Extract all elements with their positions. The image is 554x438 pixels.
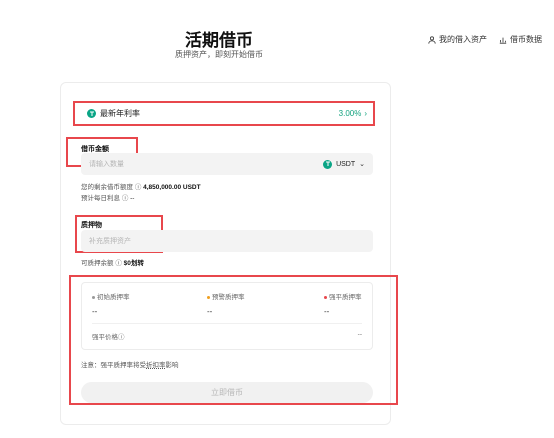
borrow-now-button[interactable]: 立即借币 <box>81 382 373 403</box>
initial-ratio: 初始质押率 -- <box>92 294 130 316</box>
liquidation-price-label: 强平价格 <box>92 334 118 341</box>
info-icon: ⓘ <box>118 334 125 341</box>
remaining-quota-value: 4,850,000.00 USDT <box>143 184 201 191</box>
info-icon: ⓘ <box>134 184 142 191</box>
divider <box>92 323 362 324</box>
dot-icon <box>207 295 210 299</box>
collateral-placeholder: 补充质押资产 <box>89 238 131 245</box>
daily-interest-value: -- <box>130 195 135 202</box>
usdt-coin-icon <box>87 109 96 118</box>
coin-select[interactable]: USDT ⌄ <box>323 159 365 169</box>
info-icon: ⓘ <box>115 260 122 267</box>
available-collateral-value: $0 <box>123 260 131 267</box>
usdt-coin-icon <box>323 159 333 169</box>
user-icon <box>428 35 436 44</box>
borrow-amount-placeholder: 请输入数量 <box>89 161 124 168</box>
liquidation-price-row: 强平价格ⓘ -- <box>92 331 362 341</box>
borrow-card: 最新年利率 3.00% › 借币金额 请输入数量 USDT ⌄ 您的剩余借币额度… <box>60 82 398 425</box>
note-text: 注意：强平质押率将受折扣率影响 <box>81 362 179 369</box>
warning-ratio-value: -- <box>207 307 213 316</box>
chevron-right-icon: › <box>364 109 367 118</box>
initial-ratio-value: -- <box>92 307 98 316</box>
page-title: 活期借币 <box>185 31 253 50</box>
info-icon: ⓘ <box>121 195 129 202</box>
collateral-label: 质押物 <box>81 222 102 229</box>
annual-rate-label: 最新年利率 <box>100 109 140 118</box>
available-collateral: 可质押余额 ⓘ $0划转 <box>81 260 144 267</box>
daily-interest: 预计每日利息 ⓘ -- <box>81 195 135 202</box>
chart-icon <box>499 37 507 44</box>
collateral-input[interactable]: 补充质押资产 <box>81 230 373 252</box>
annual-rate-row[interactable]: 最新年利率 3.00% › <box>75 103 373 124</box>
page-subtitle: 质押资产，即刻开始借币 <box>175 50 263 59</box>
my-borrowed-assets-label: 我的借入资产 <box>439 35 487 44</box>
warning-ratio: 预警质押率 -- <box>207 294 245 316</box>
top-links: 我的借入资产 借币数据 <box>428 34 542 45</box>
liquidation-ratio-value: -- <box>324 307 330 316</box>
liquidation-ratio: 强平质押率 -- <box>324 294 362 316</box>
discount-rate-link[interactable]: 折扣率 <box>146 362 166 369</box>
coin-select-value: USDT <box>336 160 356 168</box>
borrow-data-link[interactable]: 借币数据 <box>499 34 542 45</box>
chevron-down-icon: ⌄ <box>359 161 365 168</box>
collateral-ratios-panel: 初始质押率 -- 预警质押率 -- 强平质押率 -- 强平价格ⓘ -- <box>81 282 373 350</box>
transfer-link[interactable]: 划转 <box>131 260 144 267</box>
annual-rate-value: 3.00% <box>338 109 362 118</box>
remaining-quota: 您的剩余借币额度 ⓘ 4,850,000.00 USDT <box>81 184 201 191</box>
borrow-amount-input[interactable]: 请输入数量 USDT ⌄ <box>81 153 373 175</box>
dot-icon <box>92 295 95 299</box>
my-borrowed-assets-link[interactable]: 我的借入资产 <box>428 34 487 45</box>
liquidation-price-value: -- <box>357 331 362 338</box>
dot-icon <box>324 295 327 299</box>
borrow-data-label: 借币数据 <box>510 35 542 44</box>
